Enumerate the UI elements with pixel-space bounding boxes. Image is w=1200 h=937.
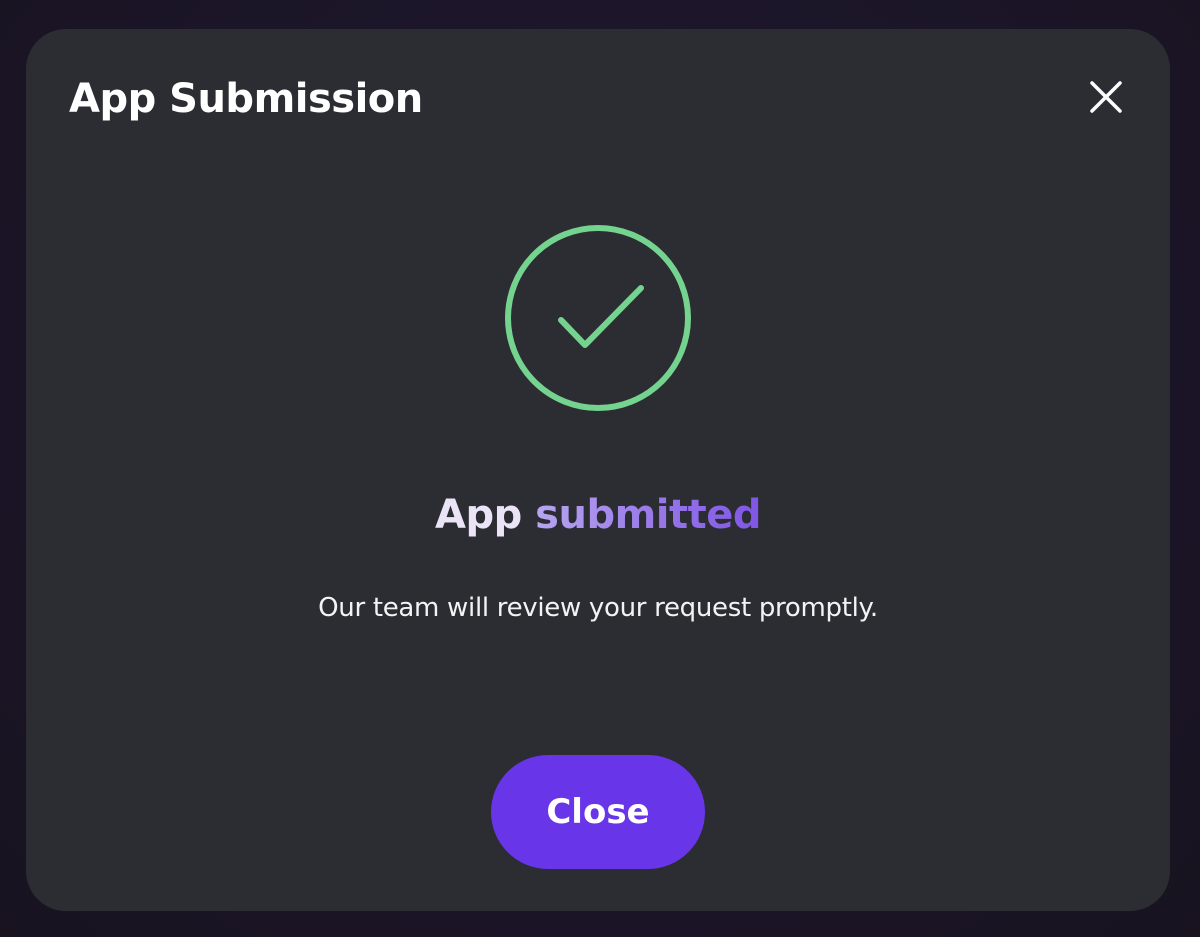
close-button[interactable]: Close (491, 755, 705, 869)
modal-title: App Submission (69, 76, 423, 122)
close-icon-button[interactable] (1084, 75, 1128, 119)
success-heading: App submitted (26, 487, 1170, 543)
check-circle-icon (505, 225, 691, 411)
close-icon[interactable] (1089, 80, 1123, 114)
submission-modal: App Submission App submitted Our team wi… (26, 29, 1170, 911)
heading-submitted-text: submitted (535, 492, 761, 538)
heading-app-text: App (435, 492, 522, 538)
success-message: Our team will review your request prompt… (318, 593, 878, 623)
